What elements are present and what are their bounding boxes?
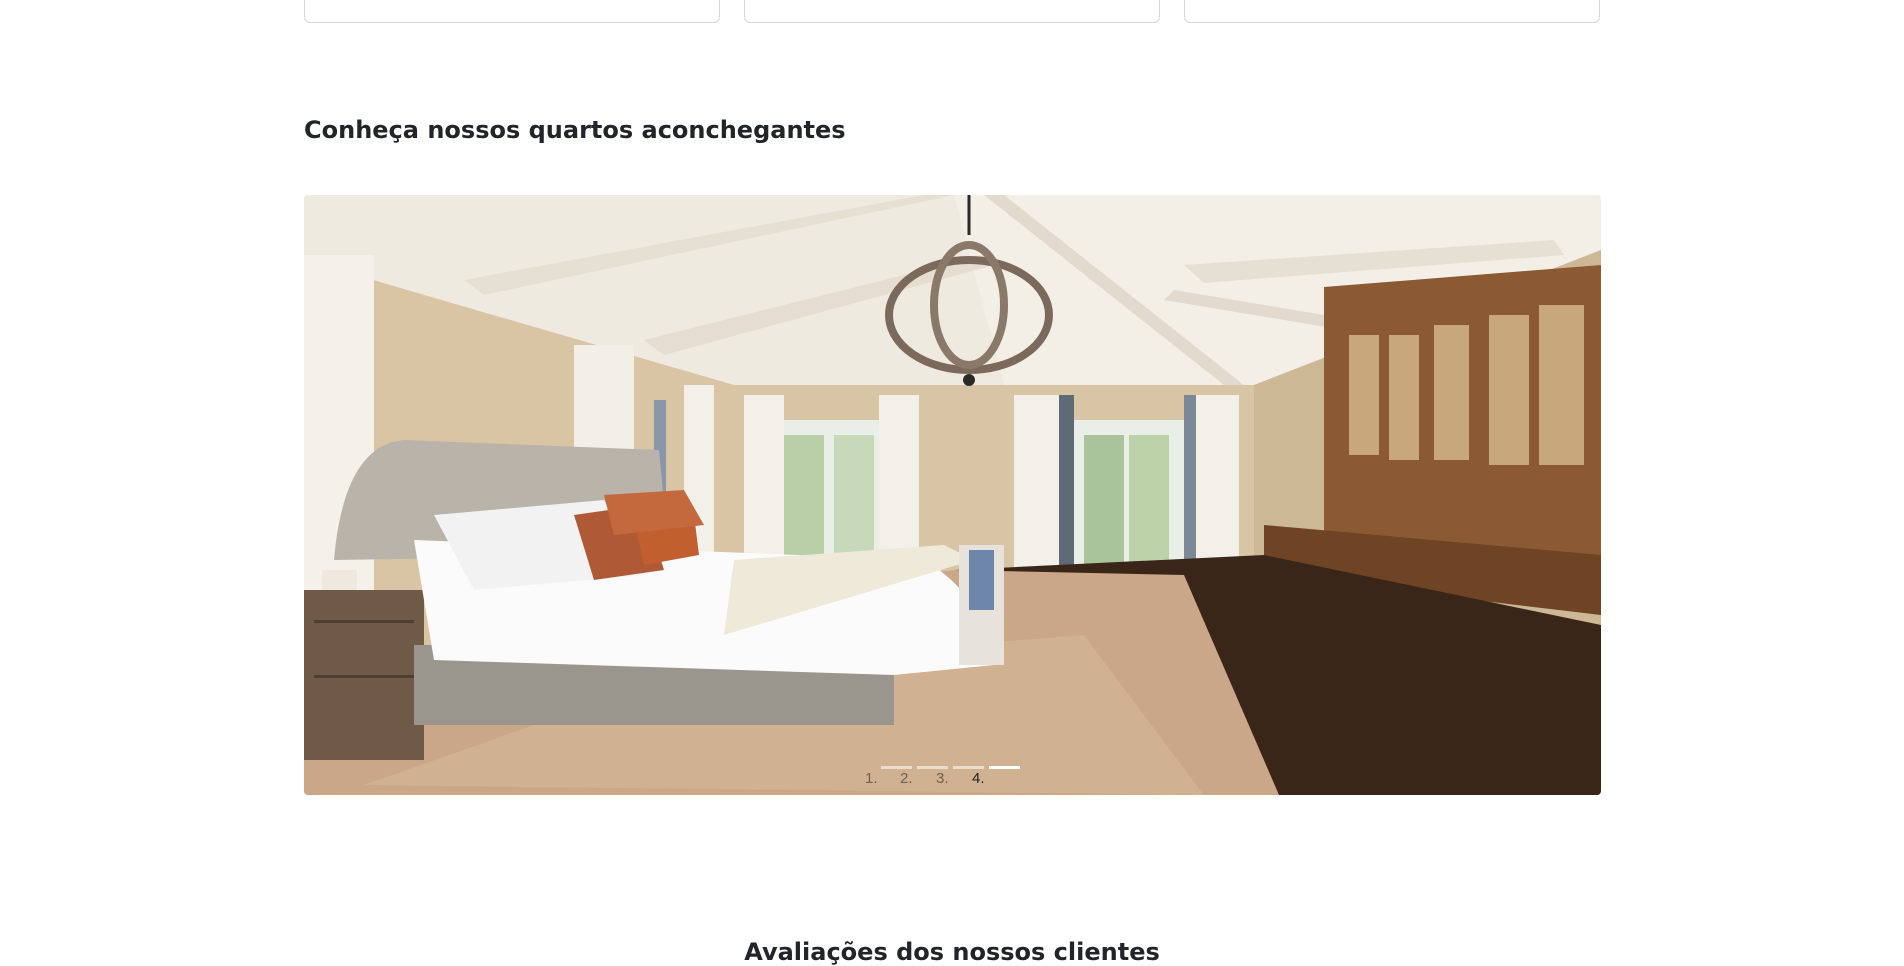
carousel-label-3[interactable]: 3. (936, 770, 949, 787)
carousel-indicator-4[interactable] (989, 766, 1020, 769)
carousel-indicator-3[interactable] (953, 766, 984, 769)
bedroom-photo (304, 195, 1601, 795)
feature-card-3 (1184, 0, 1600, 23)
carousel-label-4[interactable]: 4. (972, 770, 985, 787)
reviews-section-title: Avaliações dos nossos clientes (744, 938, 1160, 966)
carousel-indicator-2[interactable] (917, 766, 948, 769)
rooms-carousel[interactable]: 1. 2. 3. 4. (304, 195, 1601, 795)
carousel-label-1[interactable]: 1. (865, 770, 878, 787)
rooms-section-title: Conheça nossos quartos aconchegantes (304, 116, 846, 144)
carousel-label-2[interactable]: 2. (900, 770, 913, 787)
feature-card-1 (304, 0, 720, 23)
feature-card-2 (744, 0, 1160, 23)
carousel-indicator-1[interactable] (881, 766, 912, 769)
